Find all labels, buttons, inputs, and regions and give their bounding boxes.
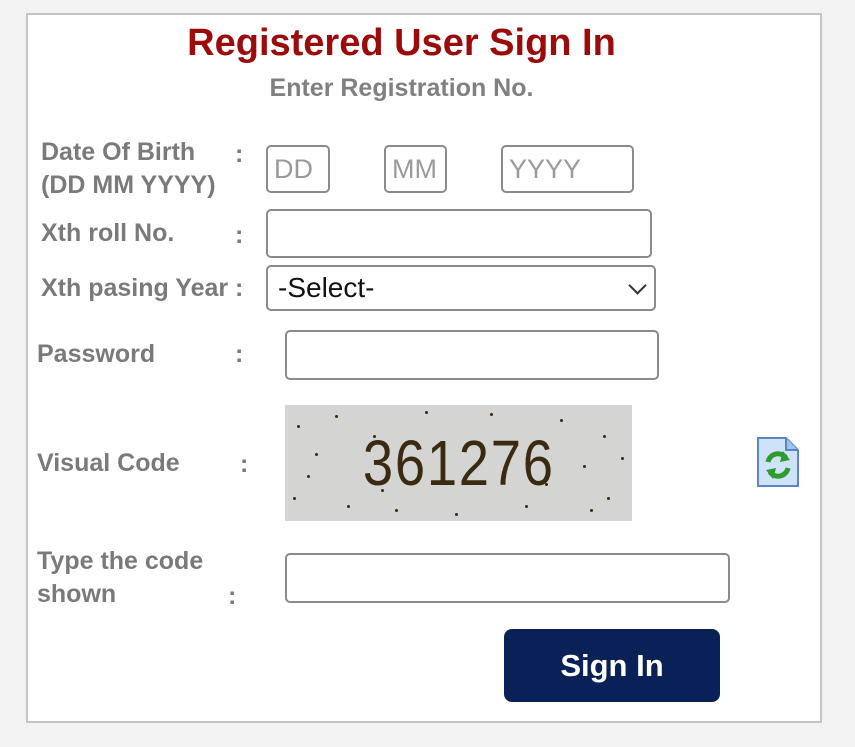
dob-month-input[interactable]	[386, 147, 445, 191]
type-code-label-line1: Type the code	[37, 547, 204, 575]
roll-label: Xth roll No.	[41, 219, 175, 247]
password-label: Password	[37, 340, 156, 368]
refresh-captcha-icon[interactable]	[756, 436, 799, 487]
type-code-field[interactable]	[285, 553, 730, 603]
sign-in-button[interactable]: Sign In	[504, 629, 720, 702]
passing-year-label: Xth pasing Year :	[41, 274, 244, 302]
password-input[interactable]	[287, 332, 657, 378]
type-code-input[interactable]	[287, 555, 728, 601]
dob-label-line2: (DD MM YYYY)	[41, 171, 216, 199]
roll-colon: :	[235, 221, 244, 249]
passing-year-select[interactable]: -Select-	[266, 265, 656, 311]
type-code-label-line2: shown	[37, 580, 117, 608]
captcha-image: 361276	[285, 405, 632, 521]
dob-day-input[interactable]	[268, 147, 328, 191]
roll-field[interactable]	[266, 209, 652, 258]
dob-colon: :	[235, 140, 244, 168]
passing-year-selected: -Select-	[278, 272, 375, 303]
password-field[interactable]	[285, 330, 659, 380]
roll-input[interactable]	[268, 211, 650, 256]
visual-code-label: Visual Code	[37, 449, 180, 477]
password-colon: :	[235, 340, 244, 368]
dob-label-line1: Date Of Birth	[41, 138, 196, 166]
page-subtitle: Enter Registration No.	[269, 74, 534, 102]
dob-month-field[interactable]	[384, 145, 447, 193]
type-code-colon: :	[228, 582, 237, 610]
captcha-code: 361276	[362, 427, 555, 499]
dob-year-field[interactable]	[501, 145, 634, 193]
dob-day-field[interactable]	[266, 145, 330, 193]
dob-year-input[interactable]	[503, 147, 632, 191]
chevron-down-icon	[628, 275, 647, 295]
visual-code-colon: :	[240, 450, 249, 478]
page-title: Registered User Sign In	[187, 22, 616, 64]
